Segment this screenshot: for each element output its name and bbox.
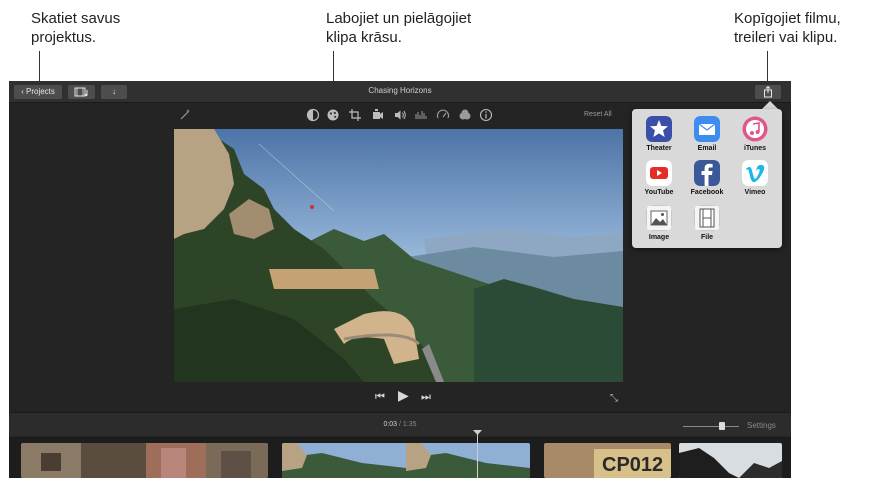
play-icon[interactable]: ▶: [398, 388, 409, 402]
share-file[interactable]: File: [685, 205, 729, 241]
share-popover-arrow: [762, 101, 778, 109]
share-label: Image: [648, 234, 670, 241]
facebook-icon: [694, 160, 720, 186]
callout-line: treileri vai klipu.: [734, 29, 838, 46]
speed-icon[interactable]: [436, 108, 450, 122]
current-time: 0:03: [383, 421, 398, 428]
timeline-clip[interactable]: [21, 443, 268, 478]
share-itunes[interactable]: iTunes: [733, 116, 777, 152]
reset-all-button[interactable]: Reset All: [584, 111, 612, 118]
theater-icon: [646, 116, 672, 142]
share-label: Facebook: [690, 189, 724, 196]
time-separator: /: [399, 421, 401, 428]
share-icon: [764, 85, 772, 98]
timeline-filmstrip: CP012: [9, 437, 791, 478]
share-label: YouTube: [644, 189, 674, 196]
stabilization-icon[interactable]: [371, 108, 385, 122]
share-label: File: [700, 234, 714, 241]
filter-icon[interactable]: [458, 108, 472, 122]
vimeo-icon: [742, 160, 768, 186]
callout-share: Kopīgojiet filmu, treileri vai klipu.: [734, 9, 841, 47]
itunes-icon: [742, 116, 768, 142]
total-time: 1:35: [402, 421, 417, 428]
timeline-clip[interactable]: [282, 443, 530, 478]
share-label: Theater: [646, 145, 672, 152]
fullscreen-icon[interactable]: ⤡: [610, 393, 618, 404]
timeline-bar: 0:03 / 1:35 Settings: [9, 412, 791, 436]
playhead[interactable]: [477, 431, 478, 478]
volume-icon[interactable]: [393, 108, 407, 122]
share-label: Vimeo: [744, 189, 766, 196]
zoom-slider-track[interactable]: [683, 426, 739, 427]
callout-adjust-color: Labojiet un pielāgojiet klipa krāsu.: [326, 9, 471, 47]
clip-caption: CP012: [602, 454, 663, 476]
share-button[interactable]: [755, 85, 781, 99]
share-facebook[interactable]: Facebook: [685, 160, 729, 196]
callout-line: Skatiet savus: [31, 10, 121, 27]
callout-line: Labojiet un pielāgojiet: [326, 10, 472, 27]
timeline-clip[interactable]: CP012: [544, 443, 671, 478]
share-image[interactable]: Image: [637, 205, 681, 241]
share-email[interactable]: Email: [685, 116, 729, 152]
mountain-landscape-image: [174, 129, 623, 382]
magic-wand-icon[interactable]: [178, 108, 192, 122]
callout-line: Kopīgojiet filmu,: [734, 10, 841, 27]
share-label: iTunes: [743, 145, 767, 152]
callout-line: klipa krāsu.: [326, 29, 402, 46]
image-icon: [646, 205, 672, 231]
settings-button[interactable]: Settings: [747, 421, 776, 430]
window-title: Chasing Horizons: [368, 86, 432, 95]
info-icon[interactable]: [479, 108, 493, 122]
email-icon: [694, 116, 720, 142]
title-bar: ‹ Projects ↓ Chasing Horizons: [9, 81, 791, 103]
crop-icon[interactable]: [348, 108, 362, 122]
viewer-frame: [174, 129, 623, 382]
share-vimeo[interactable]: Vimeo: [733, 160, 777, 196]
callout-view-projects: Skatiet savus projektus.: [31, 9, 120, 47]
zoom-slider-knob[interactable]: [719, 422, 726, 430]
color-correction-icon[interactable]: [326, 108, 340, 122]
youtube-icon: [646, 160, 672, 186]
share-theater[interactable]: Theater: [637, 116, 681, 152]
callout-line: projektus.: [31, 29, 97, 46]
noise-reduction-icon[interactable]: [414, 108, 428, 122]
timeline-clip[interactable]: [679, 443, 782, 478]
share-popover: Theater Email iTunes YouTube Facebook Vi…: [632, 109, 782, 248]
color-balance-icon[interactable]: [306, 108, 320, 122]
file-icon: [694, 205, 720, 231]
share-youtube[interactable]: YouTube: [637, 160, 681, 196]
skip-back-icon[interactable]: ⏮: [375, 390, 385, 404]
timecode: 0:03 / 1:35: [9, 421, 791, 428]
share-label: Email: [697, 145, 717, 152]
skip-forward-icon[interactable]: ⏭: [421, 390, 431, 404]
transport-controls: ⏮ ▶ ⏭: [9, 386, 791, 408]
page: Skatiet savus projektus. Labojiet un pie…: [0, 0, 891, 478]
